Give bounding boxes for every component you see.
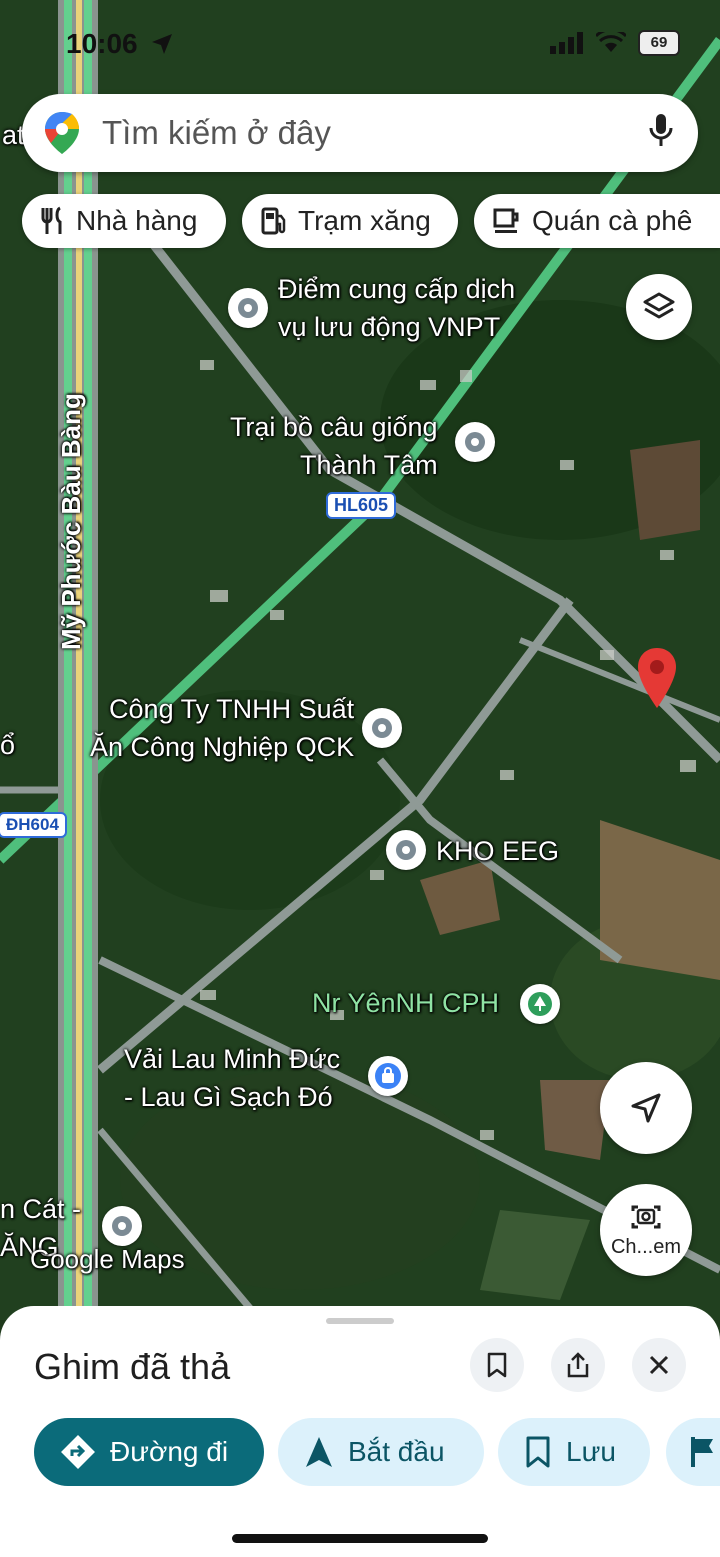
layers-button[interactable] xyxy=(626,274,692,340)
google-maps-watermark: Google Maps xyxy=(30,1244,185,1274)
chip-label: Nhà hàng xyxy=(76,205,198,236)
camera-button-label: Ch...em xyxy=(610,1235,682,1258)
my-location-button[interactable] xyxy=(600,1062,692,1154)
road-shield-hl605: HL605 xyxy=(326,492,397,519)
dropped-pin-icon[interactable] xyxy=(636,646,678,717)
poi-marker-kho[interactable] xyxy=(386,830,426,870)
battery-indicator: 69 xyxy=(638,30,680,56)
road-shield-dh604: ĐH604 xyxy=(0,812,67,838)
poi-label-vai[interactable]: Vải Lau Minh Đức - Lau Gì Sạch Đó xyxy=(124,1040,340,1116)
restaurant-icon xyxy=(41,206,62,234)
shopping-bag-icon[interactable] xyxy=(368,1056,408,1096)
bookmark-button[interactable] xyxy=(470,1338,524,1392)
poi-label-vnpt[interactable]: Điểm cung cấp dịch vụ lưu động VNPT xyxy=(278,270,515,346)
bookmark-icon xyxy=(487,1352,507,1378)
microphone-icon[interactable] xyxy=(648,112,674,150)
search-input[interactable]: Tìm kiếm ở đây xyxy=(102,114,331,152)
tree-icon[interactable] xyxy=(520,984,560,1024)
navigation-arrow-icon xyxy=(306,1437,332,1467)
chip-label: Quán cà phê xyxy=(532,205,693,236)
poi-marker-qck[interactable] xyxy=(362,708,402,748)
camera-icon xyxy=(631,1205,661,1228)
poi-label-trai[interactable]: Trại bồ câu giống Thành Tâm xyxy=(212,408,438,484)
search-bar[interactable]: Tìm kiếm ở đây xyxy=(22,94,698,172)
poi-marker-trai[interactable] xyxy=(455,422,495,462)
share-button[interactable] xyxy=(551,1338,605,1392)
poi-marker-vnpt[interactable] xyxy=(228,288,268,328)
status-time: 10:06 xyxy=(66,28,138,59)
road-label-main: Mỹ Phước Bàu Bàng xyxy=(56,393,86,650)
close-button[interactable] xyxy=(632,1338,686,1392)
chip-gas-stations[interactable]: Trạm xăng xyxy=(242,194,458,248)
chip-label: Trạm xăng xyxy=(298,205,431,236)
gas-station-icon xyxy=(261,207,286,235)
flag-icon xyxy=(691,1437,713,1467)
share-icon xyxy=(567,1352,589,1378)
location-arrow-icon xyxy=(152,34,172,54)
poi-label-nr[interactable]: Nr YênNH CPH xyxy=(312,984,499,1022)
home-indicator[interactable] xyxy=(232,1534,488,1543)
save-label: Lưu xyxy=(566,1436,616,1467)
sheet-title: Ghim đã thả xyxy=(34,1346,231,1387)
start-button[interactable]: Bắt đầu xyxy=(278,1418,484,1486)
chip-coffee[interactable]: Quán cà phê xyxy=(474,194,720,248)
coffee-icon xyxy=(493,208,519,233)
more-actions-button[interactable] xyxy=(666,1418,720,1486)
directions-button[interactable]: Đường đi xyxy=(34,1418,264,1486)
poi-label-kho[interactable]: KHO EEG xyxy=(436,832,559,870)
sheet-drag-handle[interactable] xyxy=(326,1318,394,1324)
start-label: Bắt đầu xyxy=(348,1436,445,1467)
layers-icon xyxy=(643,292,675,319)
poi-label-qck[interactable]: Công Ty TNHH Suất Ăn Công Nghiệp QCK xyxy=(90,690,354,766)
chip-restaurants[interactable]: Nhà hàng xyxy=(22,194,226,248)
google-maps-logo-icon xyxy=(45,112,79,154)
camera-search-button[interactable]: Ch...em xyxy=(600,1184,692,1276)
status-bar: 10:06 69 xyxy=(0,24,720,64)
status-indicators: 69 xyxy=(550,30,680,56)
wifi-icon xyxy=(596,32,626,52)
navigation-arrow-icon xyxy=(631,1093,661,1123)
directions-icon xyxy=(61,1435,95,1469)
bottom-sheet[interactable]: Ghim đã thả Đường đi Bắt đầu Lưu xyxy=(0,1306,720,1557)
cellular-signal-icon xyxy=(550,32,583,54)
bookmark-icon xyxy=(526,1436,550,1468)
edge-label-mid: ổ xyxy=(0,730,16,760)
directions-label: Đường đi xyxy=(110,1436,229,1467)
save-button[interactable]: Lưu xyxy=(498,1418,650,1486)
close-icon xyxy=(649,1355,669,1375)
